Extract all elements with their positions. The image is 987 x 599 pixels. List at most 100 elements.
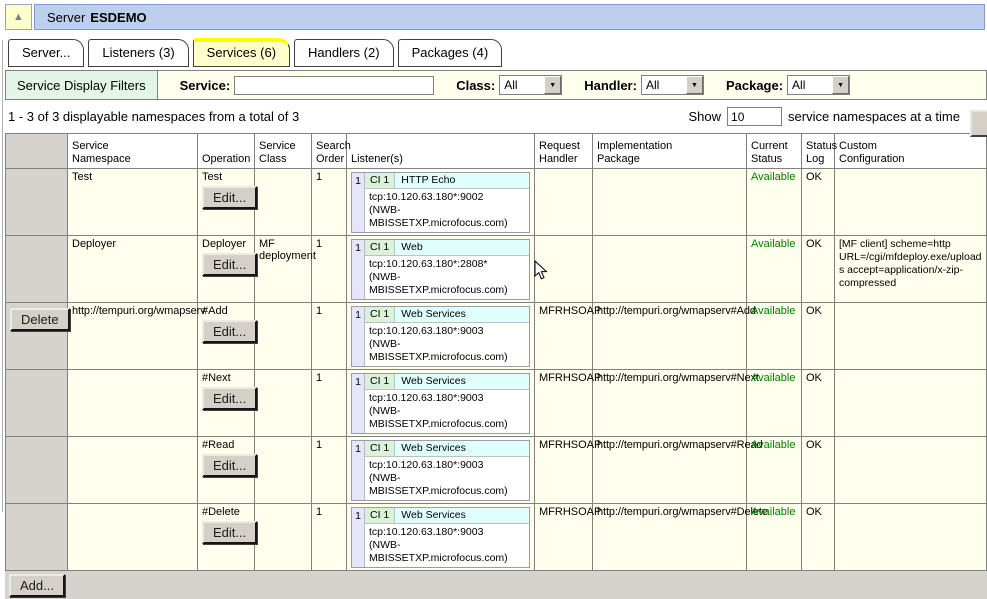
listener-box: 1 CI 1 Web Services tcp:10.120.63.180*:9…	[351, 373, 530, 434]
add-button[interactable]: Add...	[9, 574, 65, 597]
server-title-bar: Server ESDEMO	[34, 4, 985, 30]
cell-listeners: 1 CI 1 Web tcp:10.120.63.180*:2808* (NWB…	[347, 236, 535, 303]
operation-name: #Delete	[202, 506, 250, 518]
row-action-cell	[6, 504, 68, 571]
listener-head: CI 1 Web Services	[365, 441, 529, 457]
services-table: Service Namespace Operation Service Clas…	[5, 133, 987, 571]
handler-select[interactable]: All ▼	[641, 75, 704, 95]
col-header-namespace: Service Namespace	[68, 134, 198, 169]
listener-box: 1 CI 1 Web Services tcp:10.120.63.180*:9…	[351, 440, 530, 501]
cell-custom-config	[835, 303, 987, 370]
listener-index: 1	[352, 374, 365, 433]
listener-host: (NWB-MBISSETXP.microfocus.com)	[369, 539, 526, 565]
cell-service-class: MF deployment	[255, 236, 312, 303]
cell-request-handler	[535, 236, 593, 303]
status-badge: Available	[747, 169, 802, 236]
status-badge: Available	[747, 303, 802, 370]
cell-custom-config: [MF client] scheme=http URL=/cgi/mfdeplo…	[835, 236, 987, 303]
package-filter-label: Package:	[726, 78, 783, 93]
listener-index: 1	[352, 240, 365, 299]
edit-button[interactable]: Edit...	[202, 521, 257, 544]
collapse-button[interactable]: ▲	[5, 4, 32, 30]
table-row: #Next Edit... 1 1 CI 1 Web Services tcp:…	[6, 370, 987, 437]
col-header-operation: Operation	[198, 134, 255, 169]
cell-search-order: 1	[312, 437, 347, 504]
cell-custom-config	[835, 437, 987, 504]
listener-name: Web Services	[395, 374, 529, 389]
col-header-request-handler: Request Handler	[535, 134, 593, 169]
cell-operation: Deployer Edit...	[198, 236, 255, 303]
cell-search-order: 1	[312, 169, 347, 236]
listener-name: Web Services	[395, 307, 529, 322]
cell-listeners: 1 CI 1 Web Services tcp:10.120.63.180*:9…	[347, 303, 535, 370]
edit-button[interactable]: Edit...	[202, 454, 257, 477]
listener-host: (NWB-MBISSETXP.microfocus.com)	[369, 204, 526, 230]
delete-button[interactable]: Delete	[10, 308, 70, 331]
listener-host: (NWB-MBISSETXP.microfocus.com)	[369, 472, 526, 498]
col-header-status-log: Status Log	[802, 134, 835, 169]
cell-request-handler	[535, 169, 593, 236]
listener-address: tcp:10.120.63.180*:9003	[369, 459, 526, 472]
cell-custom-config	[835, 370, 987, 437]
operation-name: #Next	[202, 372, 250, 384]
table-header-row: Service Namespace Operation Service Clas…	[6, 134, 987, 169]
listener-box: 1 CI 1 HTTP Echo tcp:10.120.63.180*:9002…	[351, 172, 530, 233]
cell-custom-config	[835, 169, 987, 236]
cell-implementation: http://tempuri.org/wmapserv#Add	[593, 303, 747, 370]
service-filter-input[interactable]	[234, 76, 434, 95]
table-row: #Read Edit... 1 1 CI 1 Web Services tcp:…	[6, 437, 987, 504]
edit-button[interactable]: Edit...	[202, 387, 257, 410]
listener-address: tcp:10.120.63.180*:9003	[369, 325, 526, 338]
tab-services[interactable]: Services (6)	[193, 38, 290, 67]
cell-namespace	[68, 437, 198, 504]
operation-name: #Add	[202, 305, 250, 317]
listener-address: tcp:10.120.63.180*:9003	[369, 526, 526, 539]
chevron-down-icon[interactable]: ▼	[544, 76, 561, 94]
cell-service-class	[255, 303, 312, 370]
service-filter-label: Service:	[180, 78, 231, 93]
listener-body: tcp:10.120.63.180*:9003 (NWB-MBISSETXP.m…	[365, 457, 529, 500]
listener-box: 1 CI 1 Web tcp:10.120.63.180*:2808* (NWB…	[351, 239, 530, 300]
tab-packages[interactable]: Packages (4)	[398, 39, 503, 67]
listener-conn: CI 1	[365, 441, 395, 456]
col-header-implementation: Implementation Package	[593, 134, 747, 169]
tab-listeners[interactable]: Listeners (3)	[88, 39, 188, 67]
page-left-border	[2, 40, 3, 512]
chevron-down-icon[interactable]: ▼	[686, 76, 703, 94]
refresh-button-cutoff[interactable]	[970, 110, 987, 137]
listener-conn: CI 1	[365, 508, 395, 523]
server-title-prefix: Server	[47, 10, 85, 25]
listener-host: (NWB-MBISSETXP.microfocus.com)	[369, 338, 526, 364]
tab-handlers[interactable]: Handlers (2)	[294, 39, 394, 67]
edit-button[interactable]: Edit...	[202, 320, 257, 343]
listener-name: Web Services	[395, 508, 529, 523]
edit-button[interactable]: Edit...	[202, 253, 257, 276]
cell-status-log: OK	[802, 236, 835, 303]
listener-name: HTTP Echo	[395, 173, 529, 188]
listener-conn: CI 1	[365, 240, 395, 255]
cell-listeners: 1 CI 1 Web Services tcp:10.120.63.180*:9…	[347, 504, 535, 571]
cell-status-log: OK	[802, 169, 835, 236]
listener-head: CI 1 HTTP Echo	[365, 173, 529, 189]
table-row: Deployer Deployer Edit... MF deployment …	[6, 236, 987, 303]
cell-operation: Test Edit...	[198, 169, 255, 236]
handler-select-value: All	[642, 76, 686, 94]
table-row: Test Test Edit... 1 1 CI 1 HTTP Echo tcp…	[6, 169, 987, 236]
class-select-value: All	[500, 76, 544, 94]
edit-button[interactable]: Edit...	[202, 186, 257, 209]
cell-listeners: 1 CI 1 Web Services tcp:10.120.63.180*:9…	[347, 437, 535, 504]
server-header: ▲ Server ESDEMO	[5, 4, 985, 30]
show-count-input[interactable]	[727, 107, 782, 126]
show-count-group: Show service namespaces at a time	[689, 107, 961, 126]
listener-host: (NWB-MBISSETXP.microfocus.com)	[369, 405, 526, 431]
chevron-down-icon[interactable]: ▼	[832, 76, 849, 94]
tab-server[interactable]: Server...	[8, 39, 84, 67]
cell-listeners: 1 CI 1 Web Services tcp:10.120.63.180*:9…	[347, 370, 535, 437]
package-select[interactable]: All ▼	[787, 75, 850, 95]
status-badge: Available	[747, 504, 802, 571]
listener-index: 1	[352, 307, 365, 366]
operation-name: Deployer	[202, 238, 250, 250]
class-select[interactable]: All ▼	[499, 75, 562, 95]
cell-status-log: OK	[802, 303, 835, 370]
operation-name: Test	[202, 171, 250, 183]
